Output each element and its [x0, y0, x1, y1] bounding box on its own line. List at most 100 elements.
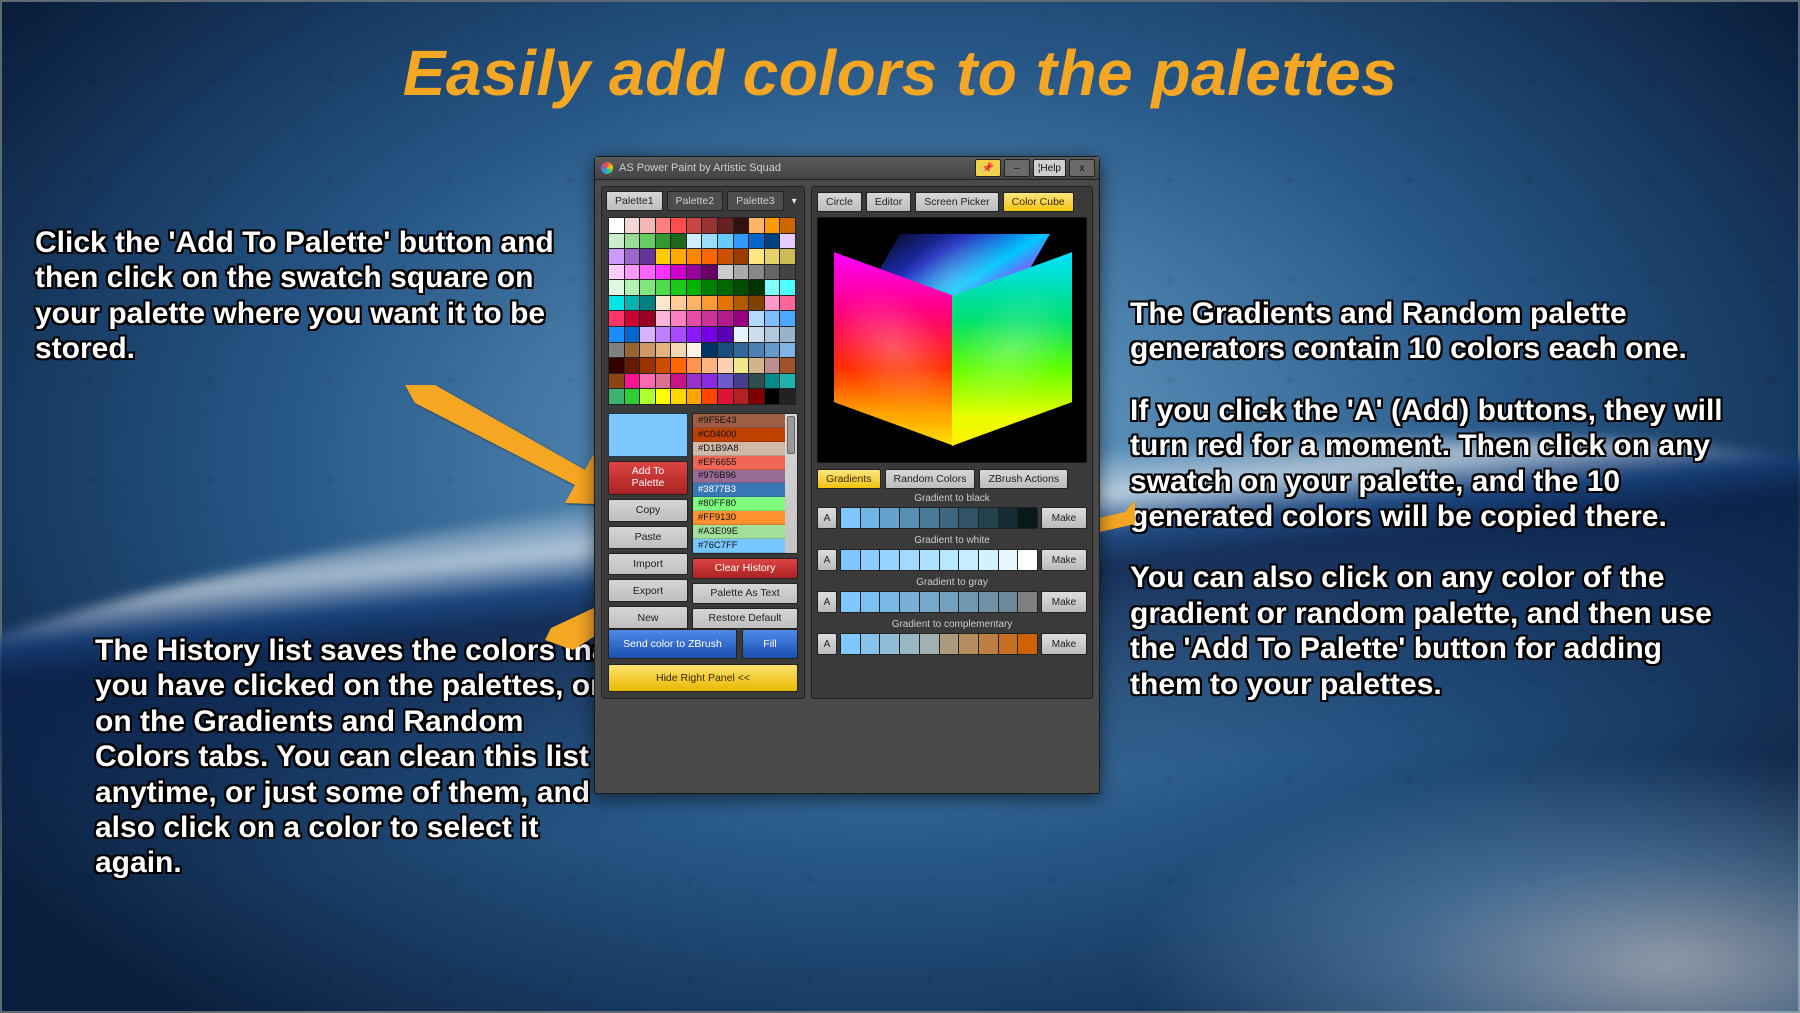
palette-swatch[interactable] — [656, 234, 671, 249]
palette-swatch[interactable] — [765, 265, 780, 280]
palette-swatch[interactable] — [609, 358, 624, 373]
gradient-swatch[interactable] — [920, 508, 939, 528]
palette-swatch[interactable] — [687, 249, 702, 264]
paste-button[interactable]: Paste — [608, 526, 688, 549]
palette-swatch[interactable] — [749, 249, 764, 264]
palette-swatch[interactable] — [609, 296, 624, 311]
palette-swatch[interactable] — [671, 343, 686, 358]
gradient-swatch[interactable] — [999, 634, 1018, 654]
palette-swatch[interactable] — [702, 358, 717, 373]
palette-swatch[interactable] — [765, 327, 780, 342]
palette-swatch[interactable] — [625, 389, 640, 404]
gradient-swatch[interactable] — [861, 592, 880, 612]
palette-swatch[interactable] — [734, 249, 749, 264]
history-item[interactable]: #976B96 — [693, 470, 785, 484]
palette-swatch[interactable] — [734, 389, 749, 404]
palette-swatch[interactable] — [656, 327, 671, 342]
gradient-swatch[interactable] — [861, 508, 880, 528]
palette-swatch[interactable] — [687, 280, 702, 295]
gradient-add-button[interactable]: A — [817, 507, 837, 529]
gradient-swatch[interactable] — [841, 634, 860, 654]
palette-swatch[interactable] — [765, 389, 780, 404]
scrollbar-thumb[interactable] — [787, 416, 795, 454]
palette-swatch[interactable] — [656, 389, 671, 404]
palette-swatch[interactable] — [702, 343, 717, 358]
palette-swatch[interactable] — [749, 265, 764, 280]
gradient-swatch[interactable] — [979, 592, 998, 612]
palette-swatch[interactable] — [780, 296, 795, 311]
copy-button[interactable]: Copy — [608, 499, 688, 522]
palette-swatch[interactable] — [640, 265, 655, 280]
clear-history-button[interactable]: Clear History — [692, 558, 798, 579]
palette-swatch[interactable] — [640, 389, 655, 404]
gradient-swatch[interactable] — [979, 550, 998, 570]
gradient-make-button[interactable]: Make — [1041, 591, 1087, 613]
palette-swatch[interactable] — [734, 374, 749, 389]
current-color-swatch[interactable] — [608, 413, 688, 457]
palette-swatch[interactable] — [687, 389, 702, 404]
palette-swatch[interactable] — [656, 296, 671, 311]
export-button[interactable]: Export — [608, 579, 688, 602]
palette-swatch[interactable] — [702, 327, 717, 342]
palette-swatch[interactable] — [625, 296, 640, 311]
send-to-zbrush-button[interactable]: Send color to ZBrush — [608, 629, 737, 659]
palette-swatch[interactable] — [656, 265, 671, 280]
palette-swatch[interactable] — [765, 249, 780, 264]
palette-swatch[interactable] — [687, 311, 702, 326]
palette-swatch[interactable] — [609, 234, 624, 249]
gradient-swatch[interactable] — [900, 508, 919, 528]
palette-swatch[interactable] — [640, 374, 655, 389]
gradient-add-button[interactable]: A — [817, 591, 837, 613]
palette-swatch[interactable] — [765, 358, 780, 373]
palette-swatch[interactable] — [640, 358, 655, 373]
palette-as-text-button[interactable]: Palette As Text — [692, 583, 798, 604]
palette-swatch[interactable] — [702, 374, 717, 389]
gradient-add-button[interactable]: A — [817, 633, 837, 655]
palette-swatch[interactable] — [749, 234, 764, 249]
palette-swatch[interactable] — [702, 234, 717, 249]
gradient-swatch[interactable] — [900, 634, 919, 654]
palette-swatch[interactable] — [640, 327, 655, 342]
palette-swatch[interactable] — [656, 218, 671, 233]
palette-swatch[interactable] — [702, 280, 717, 295]
history-item[interactable]: #80FF80 — [693, 497, 785, 511]
minimize-button[interactable]: – — [1004, 159, 1030, 177]
gradient-swatch[interactable] — [861, 634, 880, 654]
add-to-palette-button[interactable]: Add To Palette — [608, 461, 688, 495]
pin-button[interactable]: 📌 — [975, 159, 1001, 177]
palette-swatch[interactable] — [749, 296, 764, 311]
tab-screen-picker[interactable]: Screen Picker — [915, 192, 998, 212]
palette-swatch[interactable] — [625, 327, 640, 342]
palette-swatch[interactable] — [640, 343, 655, 358]
palette-swatch[interactable] — [609, 311, 624, 326]
palette-swatch[interactable] — [625, 343, 640, 358]
palette-swatch[interactable] — [625, 311, 640, 326]
palette-swatch[interactable] — [780, 343, 795, 358]
palette-swatch[interactable] — [718, 265, 733, 280]
palette-swatch[interactable] — [734, 343, 749, 358]
palette-swatch[interactable] — [671, 389, 686, 404]
palette-swatch[interactable] — [640, 234, 655, 249]
palette-swatch[interactable] — [656, 249, 671, 264]
palette-swatch[interactable] — [734, 265, 749, 280]
palette-swatch[interactable] — [749, 311, 764, 326]
gradient-swatch[interactable] — [959, 634, 978, 654]
palette-swatch[interactable] — [780, 389, 795, 404]
palette-swatch[interactable] — [734, 358, 749, 373]
palette-swatch[interactable] — [609, 327, 624, 342]
palette-swatch[interactable] — [671, 265, 686, 280]
gradient-swatch[interactable] — [841, 592, 860, 612]
gradient-swatch[interactable] — [940, 508, 959, 528]
gradient-swatch[interactable] — [959, 508, 978, 528]
gradient-swatch[interactable] — [999, 550, 1018, 570]
palette-swatch[interactable] — [765, 374, 780, 389]
palette-swatch[interactable] — [702, 249, 717, 264]
palette-swatch[interactable] — [749, 218, 764, 233]
gradient-swatch[interactable] — [880, 508, 899, 528]
gradient-swatch[interactable] — [880, 592, 899, 612]
palette-swatch[interactable] — [625, 374, 640, 389]
palette-swatch[interactable] — [734, 218, 749, 233]
tab-palette2[interactable]: Palette2 — [667, 191, 724, 211]
palette-swatch[interactable] — [656, 343, 671, 358]
palette-swatch[interactable] — [718, 327, 733, 342]
